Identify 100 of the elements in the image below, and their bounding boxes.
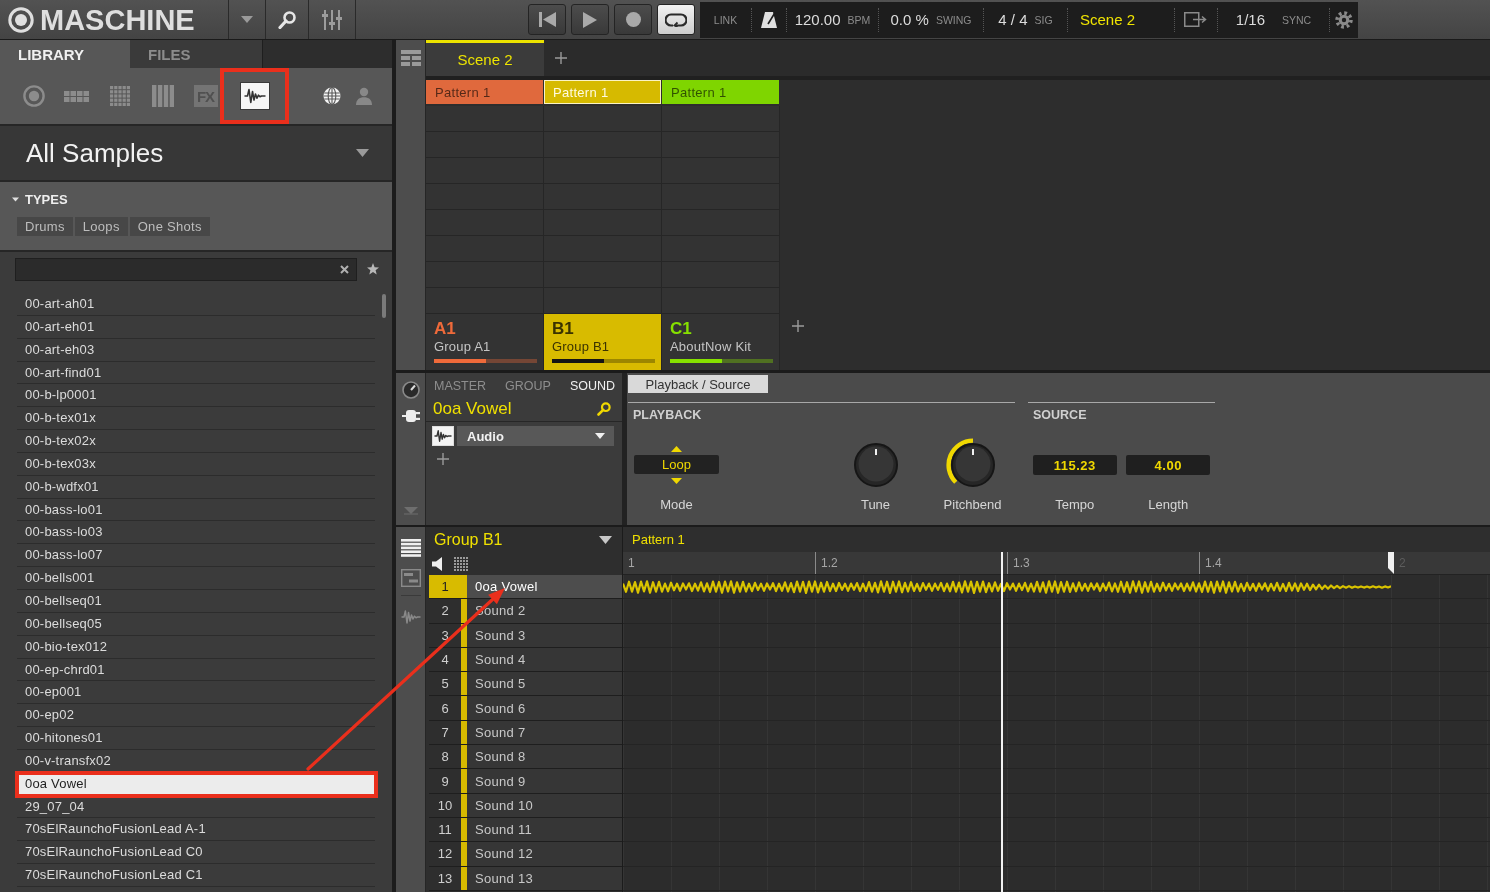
group-tile[interactable]: B1 Group B1: [544, 314, 662, 370]
pattern-clip[interactable]: Pattern 1: [662, 80, 779, 104]
filter-button[interactable]: [239, 82, 270, 110]
layout-grid-icon[interactable]: [400, 50, 421, 66]
dial-icon[interactable]: [401, 381, 420, 399]
settings-icon[interactable]: [1335, 10, 1353, 29]
type-tag[interactable]: Loops: [74, 217, 128, 236]
scene-name: Scene 2: [1080, 11, 1136, 28]
category-dropdown[interactable]: All Samples: [0, 124, 392, 182]
tempo-value[interactable]: 120.00: [794, 11, 841, 28]
search-field[interactable]: [15, 257, 357, 281]
value-field[interactable]: 4.00: [1126, 455, 1211, 475]
sound-slot[interactable]: Sound 4: [467, 647, 622, 672]
plug-icon[interactable]: [401, 409, 420, 423]
play-button[interactable]: [571, 4, 609, 35]
sound-slot[interactable]: Sound 9: [467, 769, 622, 793]
browser-tab[interactable]: LIBRARY: [0, 40, 130, 68]
quantize-value[interactable]: 1/16: [1235, 11, 1265, 28]
link-toggle[interactable]: LINK: [713, 13, 738, 26]
swing-unit: SWING: [935, 13, 972, 26]
scene-tab[interactable]: Scene 2: [426, 40, 544, 76]
sample-list-item[interactable]: 0oa Vowel: [19, 774, 374, 794]
sample-list-item[interactable]: 00-bellseq01: [17, 589, 375, 613]
group-tile[interactable]: C1 AboutNow Kit: [662, 314, 780, 370]
collapse-caret-icon[interactable]: [403, 507, 418, 515]
sample-list-item[interactable]: 00-bass-lo01: [17, 498, 375, 522]
sample-list-item[interactable]: 00-hitones01: [17, 727, 375, 750]
pattern-clip[interactable]: Pattern 1: [426, 80, 543, 104]
sample-list-item[interactable]: 00-bells001: [17, 567, 375, 590]
expand-triangle-icon[interactable]: [12, 195, 19, 203]
sample-list-item[interactable]: 00-b-tex02x: [17, 430, 375, 453]
sound-slot[interactable]: Sound 6: [467, 696, 622, 720]
swing-value[interactable]: 0.0 %: [890, 11, 929, 28]
clear-icon[interactable]: [340, 264, 349, 274]
scrollbar-thumb[interactable]: [382, 294, 386, 318]
sound-slot[interactable]: Sound 8: [467, 745, 622, 769]
knob-pointer[interactable]: [971, 449, 974, 455]
sample-list-item[interactable]: 00-ep-chrd01: [17, 658, 375, 682]
page-tab[interactable]: Playback / Source: [628, 375, 768, 393]
category-title: All Samples: [26, 137, 164, 169]
plugin-dropdown[interactable]: Audio: [457, 426, 614, 446]
sample-list-item[interactable]: 00-art-find01: [17, 361, 375, 385]
value-field[interactable]: 115.23: [1032, 455, 1117, 475]
restart-button[interactable]: [528, 4, 566, 35]
sample-list-item[interactable]: 00-ep02: [17, 704, 375, 728]
sample-list-item[interactable]: 00-b-wdfx01: [17, 475, 375, 499]
record-button[interactable]: [614, 4, 652, 35]
sample-list-item[interactable]: 00-bellseq05: [17, 612, 375, 636]
waveform-icon: [243, 86, 266, 106]
signature-value[interactable]: 4 / 4: [998, 11, 1028, 28]
list-icon[interactable]: [400, 539, 421, 557]
sample-list-item[interactable]: 00-art-ah01: [17, 293, 375, 316]
search-icon[interactable]: [597, 402, 611, 416]
bars-panel-icon[interactable]: [400, 569, 421, 596]
sample-list-item[interactable]: 70sElRaunchoFusionLead C1: [17, 864, 375, 887]
arrow-down-icon[interactable]: [671, 478, 682, 484]
sample-list-item[interactable]: 00-bass-lo07: [17, 544, 375, 568]
sample-list-item[interactable]: 00-b-tex03x: [17, 452, 375, 476]
sound-slot[interactable]: Sound 7: [467, 720, 622, 745]
sample-list-item[interactable]: 00-bio-tex012: [17, 635, 375, 659]
sound-slot[interactable]: Sound 10: [467, 793, 622, 817]
type-tag[interactable]: Drums: [17, 217, 73, 236]
group-tile[interactable]: A1 Group A1: [426, 314, 544, 370]
arrow-up-icon[interactable]: [671, 446, 682, 452]
dot-grid-icon[interactable]: [454, 556, 468, 571]
speaker-icon[interactable]: [432, 556, 444, 571]
level-tab[interactable]: SOUND: [569, 377, 616, 395]
box-arrow-icon[interactable]: [1184, 12, 1208, 27]
ruler-label: 1: [627, 556, 635, 570]
loop-end-marker[interactable]: [1388, 552, 1394, 574]
sample-list-item[interactable]: 00-bass-lo03: [17, 521, 375, 545]
sound-slot[interactable]: Sound 13: [467, 866, 622, 890]
sample-list-item[interactable]: 00-art-eh03: [17, 338, 375, 362]
sample-list-item[interactable]: 00-ep001: [17, 681, 375, 705]
mode-selector[interactable]: Loop: [634, 455, 719, 474]
add-plugin-button[interactable]: [437, 453, 449, 465]
caret-down-icon[interactable]: [599, 535, 612, 544]
group-name: Group A1: [434, 339, 492, 355]
metronome-icon[interactable]: [760, 10, 778, 29]
sound-slot[interactable]: Sound 3: [467, 623, 622, 647]
knob-pointer[interactable]: [874, 449, 877, 455]
sample-list-item[interactable]: 70sElRaunchoFusionLead C0: [17, 841, 375, 865]
sound-slot[interactable]: Sound 11: [467, 817, 622, 842]
signature-unit: SIG: [1034, 13, 1053, 26]
plus-icon: [437, 453, 449, 465]
sample-list-item[interactable]: 00-b-tex01x: [17, 407, 375, 431]
sound-slot[interactable]: Sound 5: [467, 672, 622, 696]
waveform-icon[interactable]: [400, 608, 421, 626]
star-icon[interactable]: [367, 263, 379, 275]
section-label: TYPES: [25, 191, 68, 207]
sample-list-item[interactable]: 29_07_04: [17, 795, 375, 819]
sample-list-item[interactable]: 00-b-lp0001: [17, 384, 375, 408]
loop-button[interactable]: [657, 4, 695, 35]
sample-list-item[interactable]: 00-art-eh01: [17, 315, 375, 339]
caret-down-icon: [595, 433, 605, 439]
sound-slot[interactable]: 0oa Vowel: [467, 575, 622, 599]
sample-list-item[interactable]: 70sElRaunchoFusionLead A-1: [17, 818, 375, 842]
sample-list-item[interactable]: 00-v-transfx02: [17, 749, 375, 773]
type-tag[interactable]: One Shots: [129, 217, 210, 236]
sound-slot[interactable]: Sound 12: [467, 842, 622, 866]
